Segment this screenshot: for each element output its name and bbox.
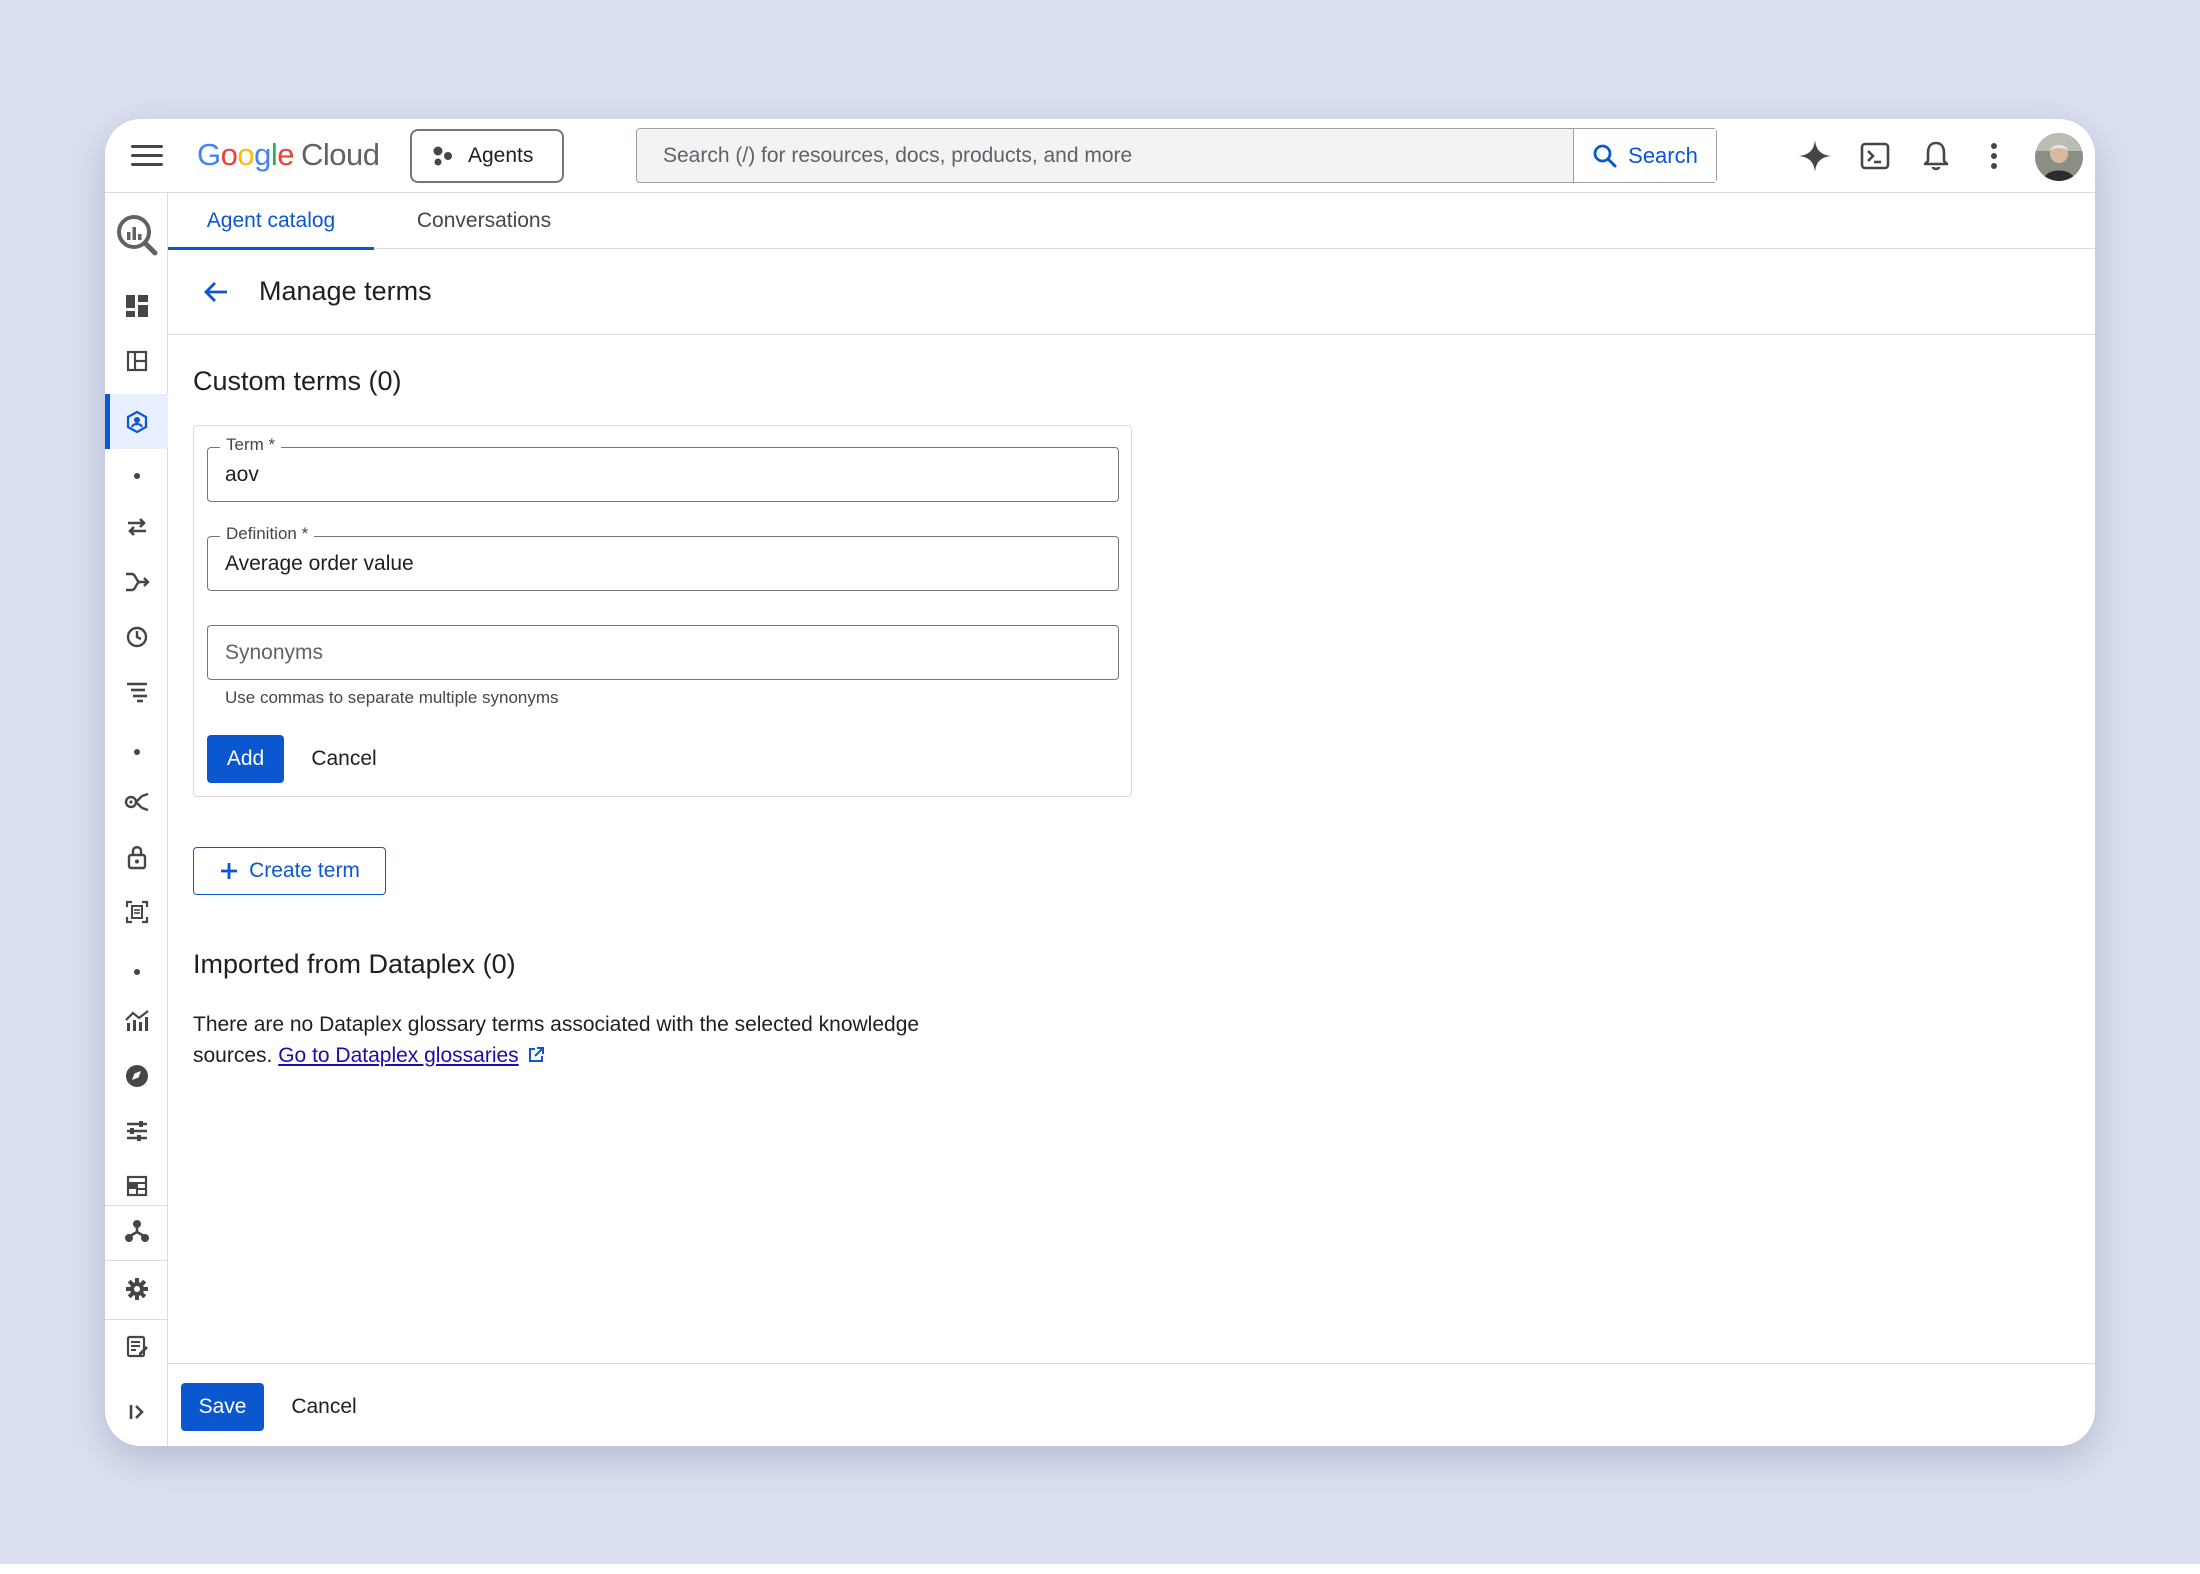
tab-conversations[interactable]: Conversations bbox=[394, 193, 574, 249]
bottom-strip bbox=[0, 1564, 2200, 1574]
term-field[interactable]: Term * bbox=[207, 435, 1119, 502]
rail-divider bbox=[105, 1260, 168, 1261]
table-grid-icon[interactable] bbox=[105, 1164, 168, 1208]
layout-icon[interactable] bbox=[105, 339, 168, 383]
expand-rail-icon[interactable] bbox=[105, 1390, 168, 1434]
cloud-shell-icon[interactable] bbox=[1856, 137, 1894, 175]
page-title: Manage terms bbox=[259, 276, 432, 306]
create-term-button[interactable]: Create term bbox=[193, 847, 386, 895]
google-cloud-logo[interactable]: Google Cloud bbox=[197, 137, 380, 173]
transfer-icon[interactable] bbox=[105, 505, 168, 549]
rail-dot bbox=[134, 749, 140, 755]
custom-terms-heading: Custom terms (0) bbox=[193, 366, 402, 396]
tab-bar: Agent catalog Conversations bbox=[168, 193, 2095, 250]
term-form-card: Term * Definition * Use commas to separa… bbox=[193, 425, 1132, 797]
definition-field[interactable]: Definition * bbox=[207, 524, 1119, 591]
menu-icon[interactable] bbox=[131, 142, 163, 170]
external-link-icon[interactable] bbox=[527, 1046, 545, 1064]
dataplex-glossaries-link[interactable]: Go to Dataplex glossaries bbox=[278, 1044, 518, 1067]
side-rail bbox=[105, 193, 168, 1446]
release-notes-icon[interactable] bbox=[105, 1324, 168, 1368]
synonyms-field[interactable] bbox=[207, 625, 1119, 680]
bigquery-logo-icon[interactable] bbox=[105, 207, 168, 263]
rail-divider bbox=[105, 1319, 168, 1320]
plus-icon bbox=[221, 863, 238, 879]
term-input[interactable] bbox=[225, 448, 1105, 501]
cancel-button[interactable]: Cancel bbox=[276, 1383, 372, 1431]
rail-dot bbox=[134, 969, 140, 975]
add-button[interactable]: Add bbox=[207, 735, 284, 783]
rail-dot bbox=[134, 473, 140, 479]
document-scan-icon[interactable] bbox=[105, 890, 168, 934]
avatar[interactable] bbox=[2035, 133, 2083, 181]
gemini-spark-icon[interactable] bbox=[1796, 137, 1834, 175]
lock-icon[interactable] bbox=[105, 835, 168, 879]
lineage-icon[interactable] bbox=[105, 780, 168, 824]
imported-heading: Imported from Dataplex (0) bbox=[193, 949, 516, 979]
footer-bar: Save Cancel bbox=[168, 1363, 2095, 1446]
logo-cloud: Cloud bbox=[301, 137, 380, 172]
agents-icon bbox=[433, 146, 452, 166]
agents-nav-icon[interactable] bbox=[105, 394, 168, 449]
search-button[interactable]: Search bbox=[1573, 129, 1716, 182]
hierarchy-icon[interactable] bbox=[105, 1209, 168, 1253]
rail-divider bbox=[105, 1205, 168, 1206]
definition-input[interactable] bbox=[225, 537, 1105, 590]
save-button[interactable]: Save bbox=[181, 1383, 264, 1431]
top-bar: Google Cloud Agents Search bbox=[105, 119, 2095, 193]
explore-icon[interactable] bbox=[105, 1054, 168, 1098]
search-button-label: Search bbox=[1628, 142, 1698, 168]
settings-gear-icon[interactable] bbox=[105, 1267, 168, 1311]
cancel-term-button[interactable]: Cancel bbox=[302, 735, 386, 783]
tab-agent-catalog[interactable]: Agent catalog bbox=[168, 193, 374, 250]
logo-google: Google bbox=[197, 137, 295, 172]
create-term-label: Create term bbox=[249, 859, 360, 882]
page-header: Manage terms bbox=[168, 249, 2095, 335]
analytics-icon[interactable] bbox=[105, 999, 168, 1043]
more-vert-icon[interactable] bbox=[1975, 137, 2013, 175]
history-icon[interactable] bbox=[105, 615, 168, 659]
search-input[interactable] bbox=[637, 129, 1573, 182]
imported-message-block: There are no Dataplex glossary terms ass… bbox=[193, 1009, 973, 1071]
synonyms-hint: Use commas to separate multiple synonyms bbox=[225, 688, 559, 707]
dashboard-icon[interactable] bbox=[105, 284, 168, 328]
search-bar: Search bbox=[636, 128, 1717, 183]
synonyms-input[interactable] bbox=[225, 626, 1105, 679]
back-arrow-icon[interactable] bbox=[198, 274, 234, 310]
app-window: Google Cloud Agents Search (/) for resou… bbox=[105, 119, 2095, 1446]
agents-label: Agents bbox=[468, 144, 534, 167]
pipeline-icon[interactable] bbox=[105, 560, 168, 604]
list-icon[interactable] bbox=[105, 670, 168, 714]
tune-icon[interactable] bbox=[105, 1109, 168, 1153]
bell-icon[interactable] bbox=[1917, 137, 1955, 175]
agents-button[interactable]: Agents bbox=[410, 129, 564, 183]
search-icon bbox=[1593, 144, 1617, 167]
